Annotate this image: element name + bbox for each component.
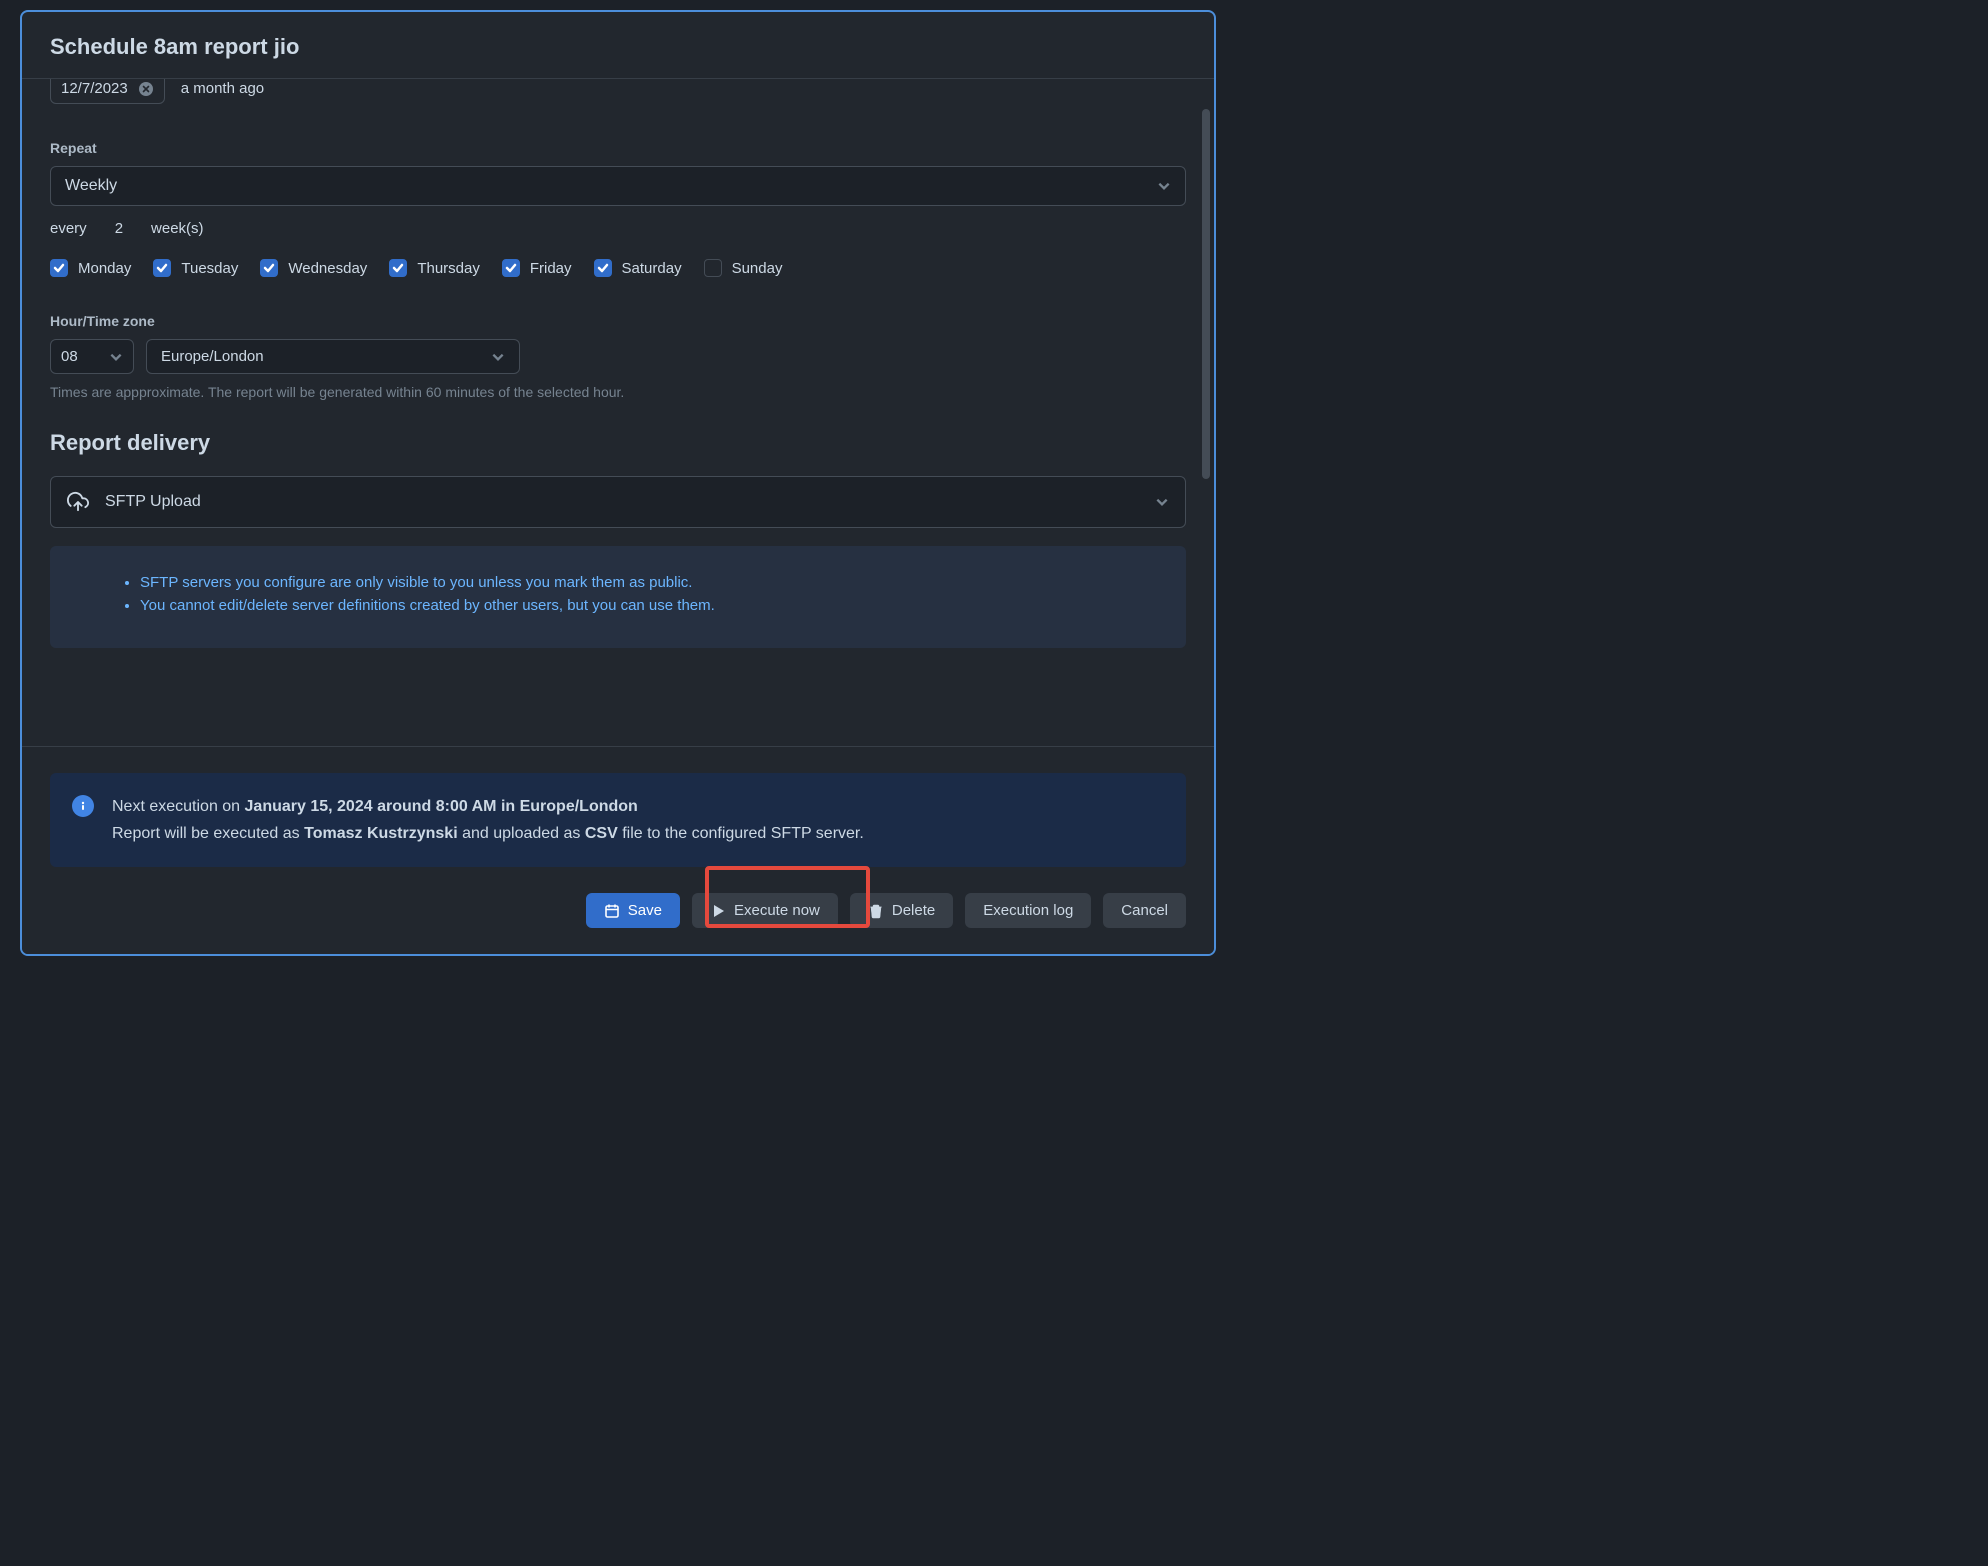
day-label: Thursday (417, 260, 480, 277)
delivery-method-select[interactable]: SFTP Upload (50, 476, 1186, 528)
trash-icon (868, 903, 884, 919)
day-checkbox-sunday[interactable]: Sunday (704, 259, 783, 277)
clear-date-icon[interactable] (138, 81, 154, 97)
day-checkbox-saturday[interactable]: Saturday (594, 259, 682, 277)
hour-select[interactable]: 08 (50, 339, 134, 374)
repeat-select[interactable]: Weekly (50, 166, 1186, 206)
timezone-value: Europe/London (161, 348, 264, 365)
repeat-label: Repeat (50, 140, 1186, 156)
chevron-down-icon (491, 350, 505, 364)
checkbox[interactable] (502, 259, 520, 277)
days-row: Monday Tuesday Wednesday Thursday Friday Satu… (50, 259, 1186, 277)
timezone-select[interactable]: Europe/London (146, 339, 520, 374)
checkbox[interactable] (50, 259, 68, 277)
calendar-save-icon (604, 903, 620, 919)
day-label: Tuesday (181, 260, 238, 277)
footer-button-row: Save Execute now Delete Execution log Ca… (50, 893, 1186, 928)
repeat-value: Weekly (65, 177, 117, 195)
schedule-modal: Schedule 8am report jio 12/7/2023 a mont… (20, 10, 1216, 956)
repeat-interval-row: every 2 week(s) (50, 220, 1186, 237)
scrollbar-thumb[interactable] (1202, 109, 1210, 479)
chevron-down-icon (1155, 495, 1169, 509)
chevron-down-icon (1157, 179, 1171, 193)
day-checkbox-tuesday[interactable]: Tuesday (153, 259, 238, 277)
delivery-info-box: SFTP servers you configure are only visi… (50, 546, 1186, 648)
chevron-down-icon (109, 350, 123, 364)
hour-label: Hour/Time zone (50, 313, 1186, 329)
execution-log-button[interactable]: Execution log (965, 893, 1091, 928)
day-checkbox-thursday[interactable]: Thursday (389, 259, 480, 277)
modal-title: Schedule 8am report jio (50, 34, 1186, 60)
modal-header: Schedule 8am report jio (22, 12, 1214, 79)
modal-footer: Next execution on January 15, 2024 aroun… (22, 746, 1214, 954)
scrollbar[interactable] (1202, 85, 1212, 740)
play-icon (710, 903, 726, 919)
every-unit: week(s) (151, 220, 204, 237)
next-execution-banner: Next execution on January 15, 2024 aroun… (50, 773, 1186, 867)
modal-body: 12/7/2023 a month ago Repeat Weekly ever… (22, 79, 1214, 746)
banner-text: Next execution on January 15, 2024 aroun… (112, 793, 864, 847)
day-checkbox-monday[interactable]: Monday (50, 259, 131, 277)
checkbox[interactable] (389, 259, 407, 277)
day-label: Wednesday (288, 260, 367, 277)
info-icon (72, 795, 94, 817)
start-date-value: 12/7/2023 (61, 80, 128, 97)
day-label: Monday (78, 260, 131, 277)
day-checkbox-friday[interactable]: Friday (502, 259, 572, 277)
start-date-relative: a month ago (181, 80, 264, 97)
save-button[interactable]: Save (586, 893, 680, 928)
execute-now-button[interactable]: Execute now (692, 893, 838, 928)
start-date-row: 12/7/2023 a month ago (50, 79, 1186, 104)
checkbox[interactable] (704, 259, 722, 277)
day-label: Saturday (622, 260, 682, 277)
start-date-input[interactable]: 12/7/2023 (50, 79, 165, 104)
hour-value: 08 (61, 348, 78, 365)
hour-help-text: Times are appproximate. The report will … (50, 384, 1186, 400)
checkbox[interactable] (153, 259, 171, 277)
next-exec-prefix: Next execution on (112, 798, 245, 815)
delivery-note: SFTP servers you configure are only visi… (140, 574, 1156, 591)
every-value[interactable]: 2 (101, 220, 137, 237)
exec-format: CSV (585, 825, 618, 842)
cancel-button[interactable]: Cancel (1103, 893, 1186, 928)
day-label: Friday (530, 260, 572, 277)
delete-button[interactable]: Delete (850, 893, 953, 928)
next-exec-time: January 15, 2024 around 8:00 AM in Europ… (245, 798, 638, 815)
delivery-method-value: SFTP Upload (105, 493, 201, 511)
cloud-upload-icon (67, 491, 89, 513)
checkbox[interactable] (260, 259, 278, 277)
exec-user: Tomasz Kustrzynski (304, 825, 458, 842)
every-prefix: every (50, 220, 87, 237)
day-checkbox-wednesday[interactable]: Wednesday (260, 259, 367, 277)
checkbox[interactable] (594, 259, 612, 277)
report-delivery-title: Report delivery (50, 430, 1186, 456)
delivery-note: You cannot edit/delete server definition… (140, 597, 1156, 614)
day-label: Sunday (732, 260, 783, 277)
